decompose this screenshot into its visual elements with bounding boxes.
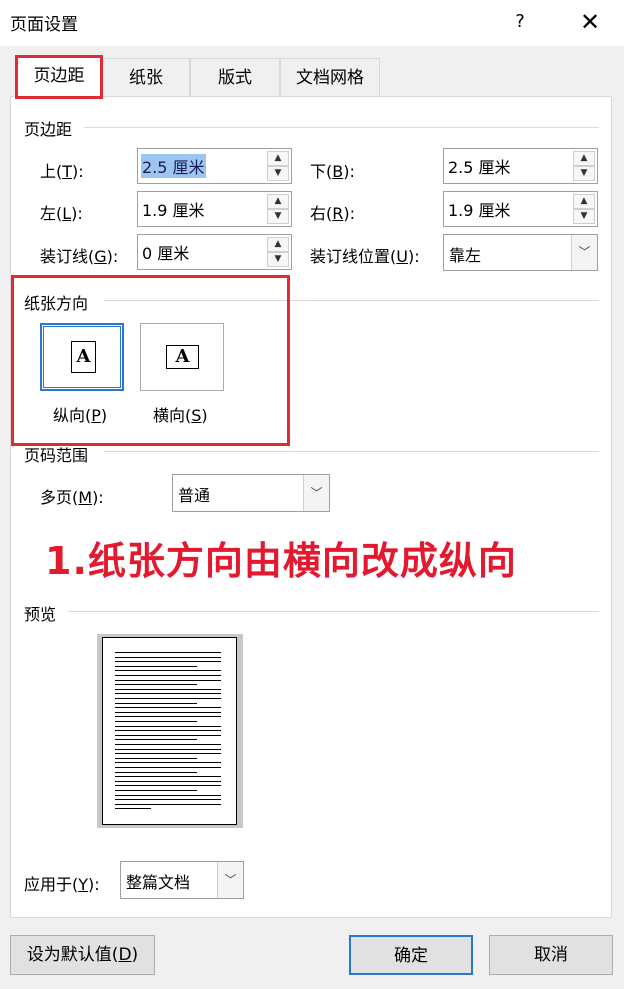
preview-text-line: [115, 739, 197, 741]
preview-text-line: [115, 730, 221, 732]
preview-text-line: [115, 698, 221, 699]
preview-text-line: [115, 762, 221, 764]
tab-document-grid[interactable]: 文档网格: [280, 58, 380, 96]
bottom-margin-label: 下(B):: [310, 162, 355, 181]
preview-text-line: [115, 799, 221, 801]
apply-to-select[interactable]: 整篇文档 ﹀: [120, 861, 244, 899]
spin-up-icon[interactable]: ▲: [267, 194, 289, 209]
preview-page: [102, 637, 237, 825]
spin-down-icon[interactable]: ▼: [573, 209, 595, 224]
gutter-label: 装订线(G):: [40, 247, 119, 266]
divider: [104, 451, 599, 452]
preview-text-line: [115, 702, 197, 704]
preview-text-line: [115, 661, 221, 663]
preview-text-line: [115, 675, 221, 676]
multiple-pages-select[interactable]: 普通 ﹀: [172, 474, 330, 512]
spin-up-icon[interactable]: ▲: [267, 237, 289, 252]
chevron-down-icon[interactable]: ﹀: [303, 475, 329, 511]
preview-text-line: [115, 753, 221, 755]
preview-text-line: [115, 688, 221, 690]
multiple-pages-value: 普通: [178, 486, 211, 505]
left-margin-label: 左(L):: [40, 204, 83, 223]
top-margin-spinner[interactable]: 2.5 厘米 ▲ ▼: [137, 148, 292, 184]
preview-text-line: [115, 803, 221, 805]
gutter-position-label: 装订线位置(U):: [310, 247, 420, 266]
title-bar: 页面设置 ? ✕: [0, 0, 624, 46]
tab-layout[interactable]: 版式: [190, 58, 280, 96]
preview-text-line: [115, 744, 221, 745]
spin-up-icon[interactable]: ▲: [573, 194, 595, 209]
apply-to-label: 应用于(Y):: [24, 875, 100, 894]
divider: [84, 127, 599, 128]
right-margin-spinner[interactable]: 1.9 厘米 ▲ ▼: [443, 191, 598, 227]
preview-text-line: [115, 767, 221, 768]
preview-text-line: [115, 776, 221, 778]
spin-down-icon[interactable]: ▼: [573, 166, 595, 181]
preview-text-line: [115, 771, 197, 773]
highlight-box-margins-tab: [15, 55, 103, 99]
preview-text-line: [115, 693, 221, 695]
left-margin-spinner[interactable]: 1.9 厘米 ▲ ▼: [137, 191, 292, 227]
right-margin-value[interactable]: 1.9 厘米: [447, 197, 512, 221]
gutter-position-select[interactable]: 靠左 ﹀: [443, 234, 598, 271]
preview-text-line: [115, 656, 221, 658]
right-margin-label: 右(R):: [310, 204, 356, 223]
preview-text-line: [115, 790, 197, 791]
preview-text-line: [115, 684, 197, 686]
preview-text-line: [115, 725, 221, 727]
preview-thumbnail: [97, 634, 243, 828]
preview-text-line: [115, 679, 221, 681]
preview-text-line: [115, 670, 221, 672]
left-margin-value[interactable]: 1.9 厘米: [141, 197, 206, 221]
dialog-title: 页面设置: [10, 15, 78, 35]
multiple-pages-label: 多页(M):: [40, 488, 104, 507]
cancel-button[interactable]: 取消: [489, 935, 613, 975]
pages-group-title: 页码范围: [24, 446, 89, 465]
help-button[interactable]: ?: [505, 6, 535, 38]
preview-text-line: [115, 734, 221, 736]
apply-to-value: 整篇文档: [126, 873, 191, 892]
gutter-position-value: 靠左: [449, 246, 482, 265]
preview-text-line: [115, 748, 221, 750]
ok-button[interactable]: 确定: [349, 935, 473, 975]
spin-down-icon[interactable]: ▼: [267, 252, 289, 267]
gutter-value[interactable]: 0 厘米: [141, 240, 190, 264]
margins-group-title: 页边距: [24, 120, 73, 139]
bottom-margin-spinner[interactable]: 2.5 厘米 ▲ ▼: [443, 148, 598, 184]
preview-text-line: [115, 652, 221, 653]
set-default-button[interactable]: 设为默认值(D): [10, 935, 155, 975]
preview-text-line: [115, 785, 221, 787]
top-margin-label: 上(T):: [40, 162, 84, 181]
preview-text-line: [115, 707, 221, 709]
top-margin-value[interactable]: 2.5 厘米: [141, 154, 206, 178]
preview-text-line: [115, 665, 197, 667]
preview-text-line: [115, 808, 151, 810]
tab-paper[interactable]: 纸张: [102, 58, 190, 96]
divider: [68, 611, 599, 612]
annotation-text: 1.纸张方向由横向改成纵向: [45, 539, 517, 583]
preview-text-line: [115, 711, 221, 713]
spin-up-icon[interactable]: ▲: [573, 151, 595, 166]
spin-down-icon[interactable]: ▼: [267, 209, 289, 224]
chevron-down-icon[interactable]: ﹀: [217, 862, 243, 898]
preview-text-line: [115, 721, 197, 722]
highlight-box-orientation: [11, 275, 290, 446]
preview-group-title: 预览: [24, 605, 57, 624]
chevron-down-icon[interactable]: ﹀: [571, 235, 597, 270]
close-button[interactable]: ✕: [570, 6, 610, 38]
preview-text-line: [115, 794, 221, 796]
bottom-margin-value[interactable]: 2.5 厘米: [447, 154, 512, 178]
preview-text-line: [115, 757, 197, 759]
spin-down-icon[interactable]: ▼: [267, 166, 289, 181]
spin-up-icon[interactable]: ▲: [267, 151, 289, 166]
preview-text-line: [115, 780, 221, 782]
gutter-spinner[interactable]: 0 厘米 ▲ ▼: [137, 234, 292, 270]
preview-text-line: [115, 716, 221, 718]
